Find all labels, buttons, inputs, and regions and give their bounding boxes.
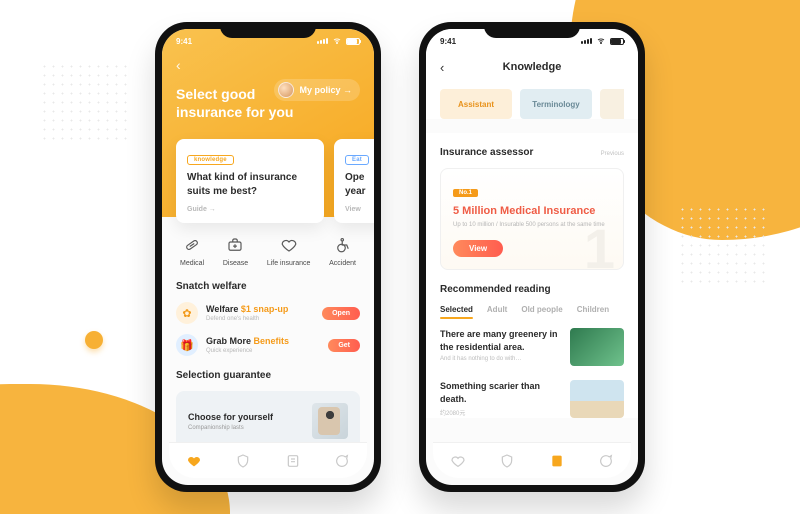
card-tag: Eat xyxy=(345,155,369,165)
chip-guide[interactable]: Guid xyxy=(600,89,624,119)
category-disease[interactable]: Disease xyxy=(223,235,248,267)
category-medical[interactable]: Medical xyxy=(180,235,204,267)
tab-home-icon[interactable] xyxy=(450,453,466,469)
signal-icon xyxy=(581,38,592,44)
bottom-tab-bar xyxy=(433,442,631,478)
signal-icon xyxy=(317,38,328,44)
tab-adult[interactable]: Adult xyxy=(487,305,507,314)
device-notch xyxy=(484,22,580,38)
my-policy-button[interactable]: My policy → xyxy=(274,79,360,101)
article-item[interactable]: Something scarier than death. 约2080元 xyxy=(440,380,624,418)
wheelchair-icon xyxy=(333,235,353,255)
chip-terminology[interactable]: Terminology xyxy=(520,89,592,119)
tab-old-people[interactable]: Old people xyxy=(521,305,562,314)
category-accident[interactable]: Accident xyxy=(329,235,356,267)
insurance-assessor-title: Insurance assessor xyxy=(440,147,533,158)
heart-icon xyxy=(279,235,299,255)
status-time: 9:41 xyxy=(440,37,456,46)
gift-icon: 🎁 xyxy=(176,334,198,356)
pill-icon xyxy=(182,235,202,255)
knowledge-card[interactable]: knowledge What kind of insurance suits m… xyxy=(176,139,324,223)
my-policy-label: My policy → xyxy=(299,85,352,95)
card-guide-link[interactable]: Guide → xyxy=(187,206,313,213)
bottom-tab-bar xyxy=(169,442,367,478)
wifi-icon xyxy=(596,37,606,45)
get-button[interactable]: Get xyxy=(328,339,360,352)
knowledge-card-peek[interactable]: Eat Ope year View xyxy=(334,139,374,223)
tab-shield-icon[interactable] xyxy=(235,453,251,469)
tab-home-icon[interactable] xyxy=(186,453,202,469)
article-sub: 约2080元 xyxy=(440,408,560,417)
badge-star-icon: ✿ xyxy=(176,302,198,324)
wifi-icon xyxy=(332,37,342,45)
tab-doc-icon[interactable] xyxy=(549,453,565,469)
chip-assistant[interactable]: Assistant xyxy=(440,89,512,119)
category-label: Disease xyxy=(223,260,248,267)
assessor-desc: Up to 10 million / Insurable 500 persons… xyxy=(453,221,611,230)
selection-guarantee-title: Selection guarantee xyxy=(176,370,360,381)
article-title: Something scarier than death. xyxy=(440,380,560,405)
tab-children[interactable]: Children xyxy=(577,305,609,314)
tab-selected[interactable]: Selected xyxy=(440,305,473,314)
status-time: 9:41 xyxy=(176,37,192,46)
welfare-row-benefits[interactable]: 🎁 Grab More Benefits Quick experience Ge… xyxy=(176,334,360,356)
welfare-sub: Defend one's health xyxy=(206,316,314,322)
phone-frame-knowledge: 9:41 ‹ Knowledge Assistant Terminology xyxy=(419,22,645,492)
article-title: There are many greenery in the residenti… xyxy=(440,328,560,353)
category-life-insurance[interactable]: Life insurance xyxy=(267,235,311,267)
guarantee-sub: Companionship lasts xyxy=(188,425,273,431)
snatch-welfare-title: Snatch welfare xyxy=(176,281,360,292)
card-title: What kind of insurance suits me best? xyxy=(187,171,313,198)
person-illustration xyxy=(312,403,348,439)
article-sub: And it has nothing to do with… xyxy=(440,356,560,362)
category-label: Medical xyxy=(180,260,204,267)
category-label: Life insurance xyxy=(267,260,311,267)
device-notch xyxy=(220,22,316,38)
welfare-title: Welfare $1 snap-up xyxy=(206,304,314,314)
article-item[interactable]: There are many greenery in the residenti… xyxy=(440,328,624,366)
card-title: Ope year xyxy=(345,171,374,198)
back-icon[interactable]: ‹ xyxy=(440,60,444,75)
tab-chat-icon[interactable] xyxy=(598,453,614,469)
view-button[interactable]: View xyxy=(453,240,503,257)
category-label: Accident xyxy=(329,260,356,267)
briefcase-medical-icon xyxy=(225,235,245,255)
recommended-reading-title: Recommended reading xyxy=(440,284,624,295)
tab-shield-icon[interactable] xyxy=(499,453,515,469)
card-tag: knowledge xyxy=(187,155,234,165)
guarantee-title: Choose for yourself xyxy=(188,412,273,422)
battery-icon xyxy=(346,38,360,45)
open-button[interactable]: Open xyxy=(322,307,360,320)
rank-badge: No.1 xyxy=(453,189,478,197)
tab-chat-icon[interactable] xyxy=(334,453,350,469)
assessor-card[interactable]: 1 No.1 5 Million Medical Insurance Up to… xyxy=(440,168,624,270)
assessor-title: 5 Million Medical Insurance xyxy=(453,205,611,217)
battery-icon xyxy=(610,38,624,45)
card-link[interactable]: View xyxy=(345,206,374,213)
article-thumbnail xyxy=(570,328,624,366)
phone-frame-home: 9:41 ‹ Select good insurance for you My … xyxy=(155,22,381,492)
page-title: Knowledge xyxy=(503,61,562,73)
back-icon[interactable]: ‹ xyxy=(176,57,360,73)
article-thumbnail xyxy=(570,380,624,418)
tab-doc-icon[interactable] xyxy=(285,453,301,469)
avatar-icon xyxy=(278,82,294,98)
welfare-sub: Quick experience xyxy=(206,348,320,354)
welfare-row-snap-up[interactable]: ✿ Welfare $1 snap-up Defend one's health… xyxy=(176,302,360,324)
welfare-title: Grab More Benefits xyxy=(206,336,320,346)
previous-link[interactable]: Previous xyxy=(601,151,624,157)
